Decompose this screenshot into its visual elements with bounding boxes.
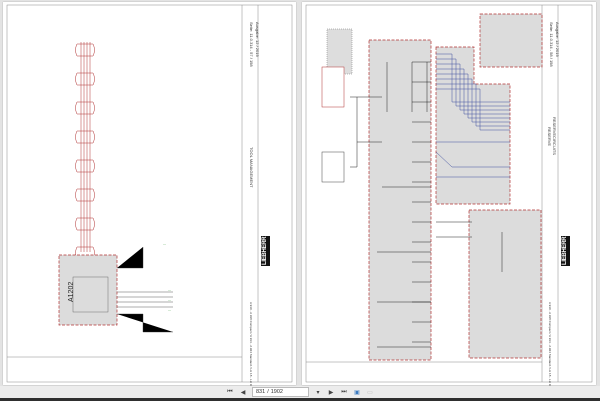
wire <box>75 217 95 231</box>
first-page-button[interactable]: ⏮ <box>226 388 234 396</box>
page-number: Seite: 11.0.314 - 58 / 198 <box>549 22 554 67</box>
svg-text:—: — <box>168 308 171 312</box>
svg-text:—: — <box>163 242 166 246</box>
wire <box>75 101 95 115</box>
svg-text:—: — <box>168 288 171 292</box>
page-number: Seite: 11.0.314 - 57 / 198 <box>249 22 254 67</box>
issue-date: Ausgabe: 12 / 2019 <box>555 22 560 57</box>
total-pages: 1902 <box>270 389 283 395</box>
wire <box>75 43 95 57</box>
two-page-view-icon[interactable]: ▭ <box>366 388 374 396</box>
left-page: A1202 — — — — LIEBHERR Seite: 11.0.314 - 57… <box>3 2 296 389</box>
page-dropdown-icon[interactable]: ▾ <box>314 388 322 396</box>
fit-page-icon[interactable]: ▣ <box>353 388 361 396</box>
liebherr-logo: LIEBHERR <box>261 236 270 266</box>
model-list: A 910 - A 918 Compact / A 914 - A 924 St… <box>249 302 253 389</box>
liebherr-logo: LIEBHERR <box>561 236 570 266</box>
wire <box>75 72 95 86</box>
previous-page-button[interactable]: ◀ <box>239 388 247 396</box>
model-list: A 910 - A 918 Compact / A 914 - A 924 St… <box>548 302 552 389</box>
issue-date: Ausgabe: 12 / 2019 <box>255 22 260 57</box>
wire <box>75 188 95 202</box>
wire <box>75 159 95 173</box>
last-page-button[interactable]: ⏭ <box>340 388 348 396</box>
next-page-button[interactable]: ▶ <box>327 388 335 396</box>
page-subtitle: RESERVECIRCUITS <box>552 117 557 155</box>
pdf-navigation-toolbar: ⏮ ◀ 831 / 1902 ▾ ▶ ⏭ ▣ ▭ <box>0 386 600 398</box>
page-number-input[interactable]: 831 / 1902 <box>252 387 309 397</box>
module-label: A1202 <box>68 282 75 302</box>
wire <box>75 130 95 144</box>
right-page: LIEBHERR Seite: 11.0.314 - 58 / 198 Ausg… <box>302 2 596 389</box>
page-separator: / <box>267 389 269 395</box>
svg-text:—: — <box>168 298 171 302</box>
current-page: 831 <box>256 389 266 395</box>
page-title: TOOL MANAGEMENT <box>249 147 254 188</box>
